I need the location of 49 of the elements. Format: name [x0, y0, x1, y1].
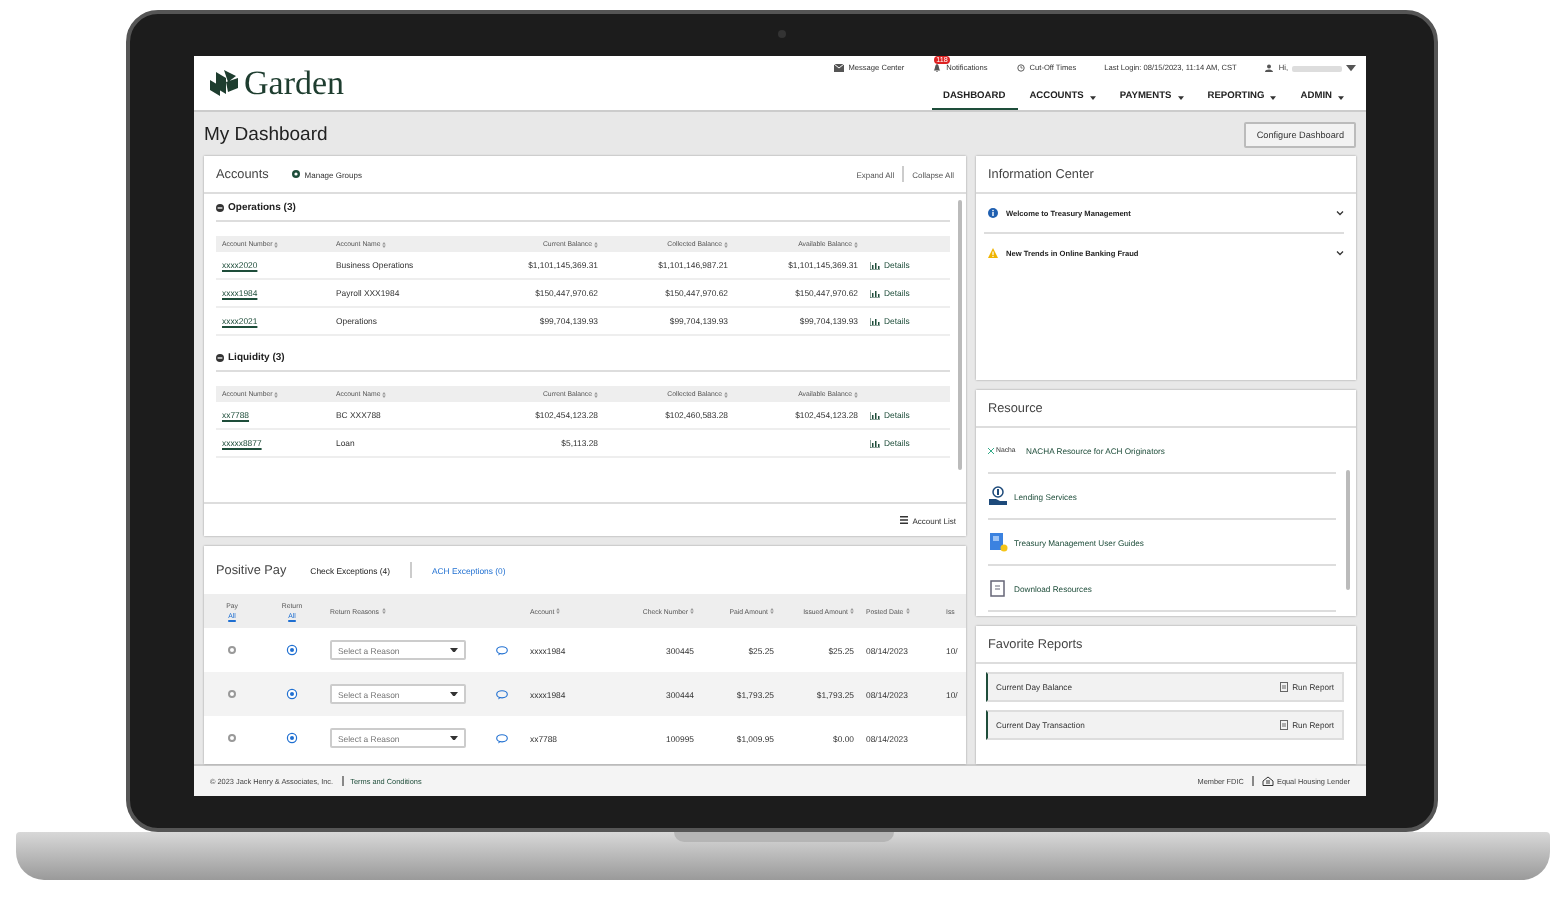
report-icon — [1280, 720, 1289, 730]
chevron-down-icon[interactable] — [1336, 250, 1344, 256]
list-icon — [900, 516, 909, 524]
scrollbar[interactable] — [958, 200, 962, 470]
document-icon — [988, 578, 1008, 598]
comment-icon[interactable] — [496, 689, 508, 699]
page-title: My Dashboard — [204, 123, 328, 145]
bar-chart-icon — [870, 261, 880, 269]
return-radio[interactable] — [288, 646, 296, 654]
return-radio[interactable] — [288, 690, 296, 698]
caret-icon — [1346, 64, 1356, 72]
sort-icon[interactable] — [905, 608, 910, 614]
bar-chart-icon — [870, 411, 880, 419]
sort-icon[interactable] — [556, 608, 561, 614]
collapse-icon[interactable] — [216, 353, 224, 361]
caret-icon — [450, 691, 458, 697]
sort-icon[interactable] — [274, 391, 279, 397]
comment-icon[interactable] — [496, 645, 508, 655]
pay-radio[interactable] — [228, 690, 236, 698]
caret-icon — [450, 647, 458, 653]
sort-icon[interactable] — [381, 608, 386, 614]
clock-icon — [1015, 64, 1026, 72]
logo-wordmark: Garden — [244, 66, 345, 100]
pay-radio[interactable] — [228, 734, 236, 742]
collapse-icon[interactable] — [216, 203, 224, 211]
envelope-icon — [834, 64, 845, 72]
bell-icon — [932, 64, 943, 72]
info-icon — [988, 208, 998, 218]
gear-icon — [292, 170, 301, 178]
book-icon — [988, 532, 1008, 552]
scrollbar[interactable] — [1346, 470, 1350, 590]
user-icon — [1264, 64, 1275, 72]
sort-icon[interactable] — [382, 241, 387, 247]
chevron-down-icon[interactable] — [1336, 210, 1344, 216]
sort-icon[interactable] — [382, 391, 387, 397]
house-icon — [1261, 776, 1273, 786]
caret-icon — [450, 735, 458, 741]
blurred-username — [1292, 65, 1342, 71]
pay-radio[interactable] — [228, 646, 236, 654]
bar-chart-icon — [870, 289, 880, 297]
warning-icon — [988, 248, 998, 258]
leaf-logo-icon — [210, 70, 238, 96]
comment-icon[interactable] — [496, 733, 508, 743]
report-icon — [1280, 682, 1289, 692]
sort-icon[interactable] — [274, 241, 279, 247]
bar-chart-icon — [870, 317, 880, 325]
hand-coin-icon — [988, 486, 1008, 506]
return-radio[interactable] — [288, 734, 296, 742]
bar-chart-icon — [870, 439, 880, 447]
